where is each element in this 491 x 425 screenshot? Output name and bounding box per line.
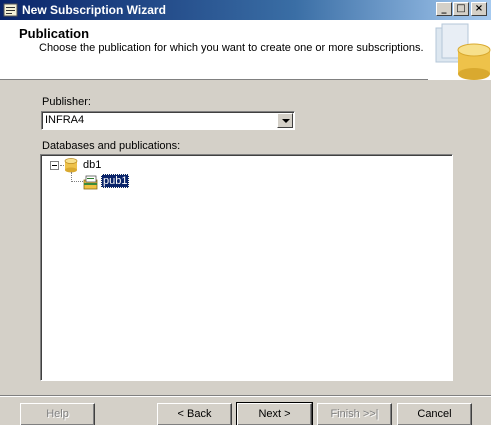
publications-tree[interactable]: db1 pub1: [40, 154, 453, 381]
maximize-button[interactable]: □: [453, 2, 469, 16]
help-button[interactable]: Help: [20, 403, 95, 425]
publication-icon: [83, 175, 98, 190]
database-wizard-icon: [428, 20, 491, 80]
publisher-dropdown[interactable]: INFRA4: [41, 111, 295, 130]
page-subtitle: Choose the publication for which you wan…: [39, 42, 424, 54]
footer-divider: [0, 395, 491, 397]
database-icon: [64, 158, 78, 173]
title-bar[interactable]: New Subscription Wizard _ □ ×: [0, 0, 491, 20]
close-button[interactable]: ×: [471, 2, 487, 16]
collapse-icon[interactable]: [50, 161, 59, 170]
databases-publications-label: Databases and publications:: [42, 140, 181, 152]
page-title: Publication: [19, 26, 90, 41]
next-button[interactable]: Next >: [236, 402, 313, 425]
finish-button[interactable]: Finish >>|: [317, 403, 392, 425]
tree-connector: [72, 181, 83, 182]
wizard-header: Publication Choose the publication for w…: [0, 20, 491, 80]
tree-item-db1[interactable]: db1: [83, 159, 101, 171]
publisher-value: INFRA4: [45, 114, 85, 126]
wizard-app-icon: [3, 3, 18, 17]
minimize-button[interactable]: _: [436, 2, 452, 16]
chevron-down-icon[interactable]: [277, 113, 293, 128]
cancel-button[interactable]: Cancel: [397, 403, 472, 425]
tree-item-pub1[interactable]: pub1: [101, 174, 130, 188]
back-button[interactable]: < Back: [157, 403, 232, 425]
publisher-label: Publisher:: [42, 96, 91, 108]
window-title: New Subscription Wizard: [22, 3, 166, 17]
